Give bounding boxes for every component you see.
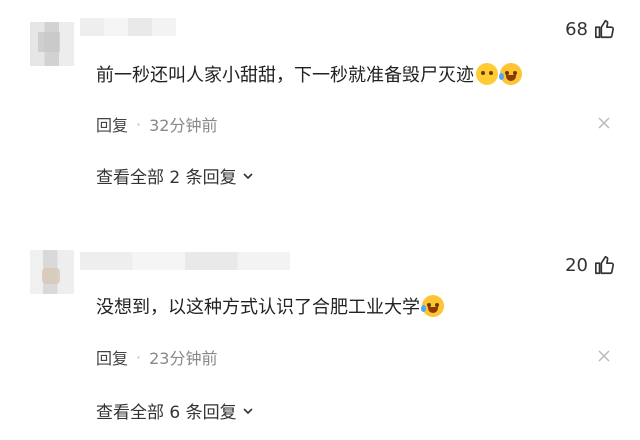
cover-face-emoji-icon [476, 63, 498, 85]
timestamp: 23分钟前 [149, 349, 218, 368]
comment-text-row: 没想到，以这种方式认识了合肥工业大学 [96, 293, 444, 319]
thumbs-up-icon [595, 255, 615, 275]
like-count: 20 [565, 254, 588, 276]
like-button[interactable]: 68 [565, 18, 616, 40]
comment-meta: 回复 · 32分钟前 [96, 112, 217, 136]
username[interactable] [80, 18, 176, 36]
view-all-replies-label: 查看全部 6 条回复 [96, 403, 237, 423]
comment-text: 前一秒还叫人家小甜甜，下一秒就准备毁尸灭迹 [96, 65, 474, 86]
like-button[interactable]: 20 [565, 254, 616, 276]
chevron-down-icon [243, 407, 253, 414]
laughing-crying-emoji-icon [421, 295, 444, 317]
timestamp: 32分钟前 [149, 116, 218, 135]
view-all-replies-button[interactable]: 查看全部 2 条回复 [96, 163, 255, 188]
comment-item: 20 没想到，以这种方式认识了合肥工业大学 回复 · 23分钟前 查看全部 6 … [0, 220, 640, 440]
close-icon[interactable] [598, 117, 610, 129]
view-all-replies-label: 查看全部 2 条回复 [96, 168, 237, 188]
laughing-crying-emoji-icon [499, 63, 522, 85]
avatar[interactable] [30, 250, 74, 294]
username[interactable] [80, 252, 290, 270]
close-icon[interactable] [598, 350, 610, 362]
separator: · [136, 347, 142, 367]
comment-item: 68 前一秒还叫人家小甜甜，下一秒就准备毁尸灭迹 回复 · 32分钟前 查看全部… [0, 0, 640, 220]
comment-text-row: 前一秒还叫人家小甜甜，下一秒就准备毁尸灭迹 [96, 61, 522, 87]
comment-text: 没想到，以这种方式认识了合肥工业大学 [96, 297, 420, 318]
separator: · [136, 114, 142, 134]
like-count: 68 [565, 18, 588, 40]
view-all-replies-button[interactable]: 查看全部 6 条回复 [96, 398, 255, 423]
thumbs-up-icon [595, 19, 615, 39]
chevron-down-icon [243, 172, 253, 179]
reply-button[interactable]: 回复 [96, 112, 128, 136]
avatar[interactable] [30, 22, 74, 66]
reply-button[interactable]: 回复 [96, 345, 128, 369]
comment-meta: 回复 · 23分钟前 [96, 345, 217, 369]
